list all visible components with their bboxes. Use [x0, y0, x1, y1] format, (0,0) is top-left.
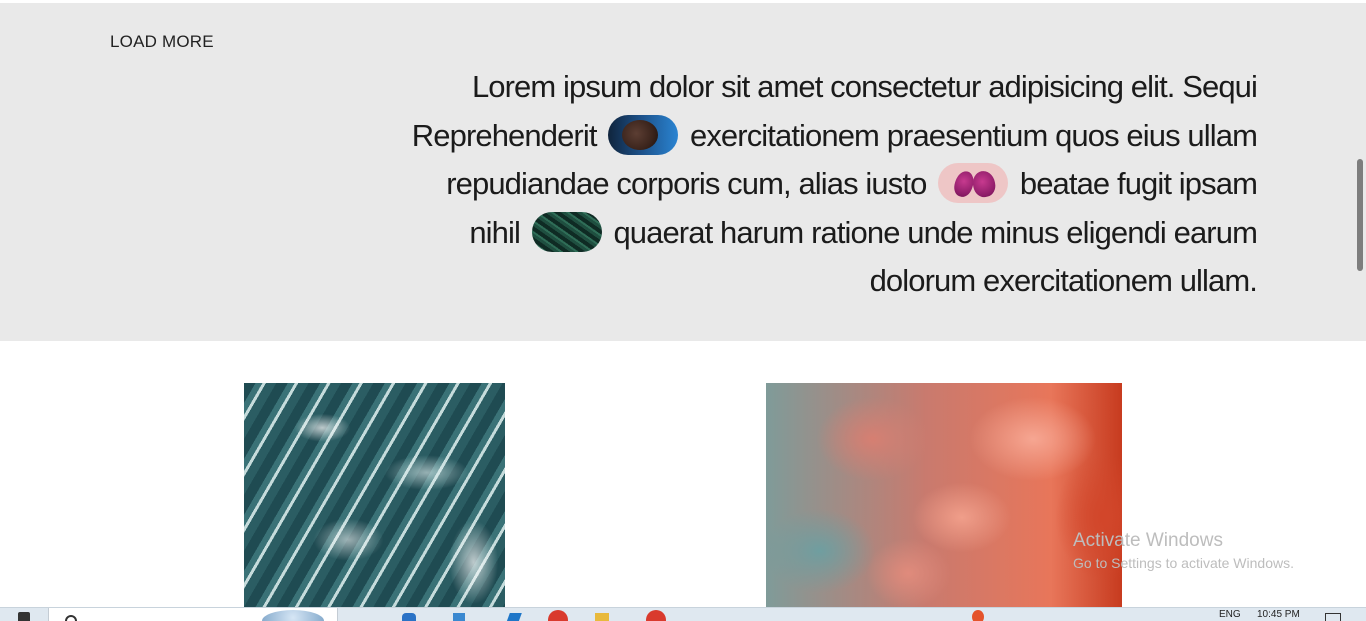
leaves-pill-image: [531, 211, 602, 252]
face-shape: [622, 119, 659, 150]
language-indicator[interactable]: ENG: [1219, 609, 1241, 620]
lung-lobe-right: [970, 168, 998, 200]
hero-text-segment-4: quaerat harum ratione unde minus eligend…: [613, 214, 1257, 299]
taskbar-clock[interactable]: 10:45 PM: [1257, 609, 1300, 620]
chrome-icon[interactable]: [646, 610, 666, 621]
windows-taskbar: ENG 10:45 PM: [0, 607, 1366, 621]
lungs-pill-image: [938, 163, 1009, 203]
page-scrollbar[interactable]: [1349, 3, 1366, 603]
search-icon: [65, 615, 77, 621]
hero-paragraph: Lorem ipsum dolor sit amet consectetur a…: [397, 63, 1258, 306]
watermark-title: Activate Windows: [1073, 530, 1223, 551]
ocean-waves-image: [244, 383, 505, 607]
activate-windows-watermark: Activate Windows Go to Settings to activ…: [1073, 530, 1294, 571]
load-more-link[interactable]: LOAD MORE: [110, 32, 214, 52]
chrome-icon[interactable]: [548, 610, 568, 621]
scrollbar-thumb[interactable]: [1357, 159, 1363, 271]
hero-section: LOAD MORE Lorem ipsum dolor sit amet con…: [0, 3, 1366, 341]
tray-alert-icon[interactable]: [972, 610, 984, 621]
portrait-pill-image: [608, 114, 679, 155]
pink-clouds-image: [766, 383, 1122, 607]
watermark-subtitle: Go to Settings to activate Windows.: [1073, 555, 1294, 571]
